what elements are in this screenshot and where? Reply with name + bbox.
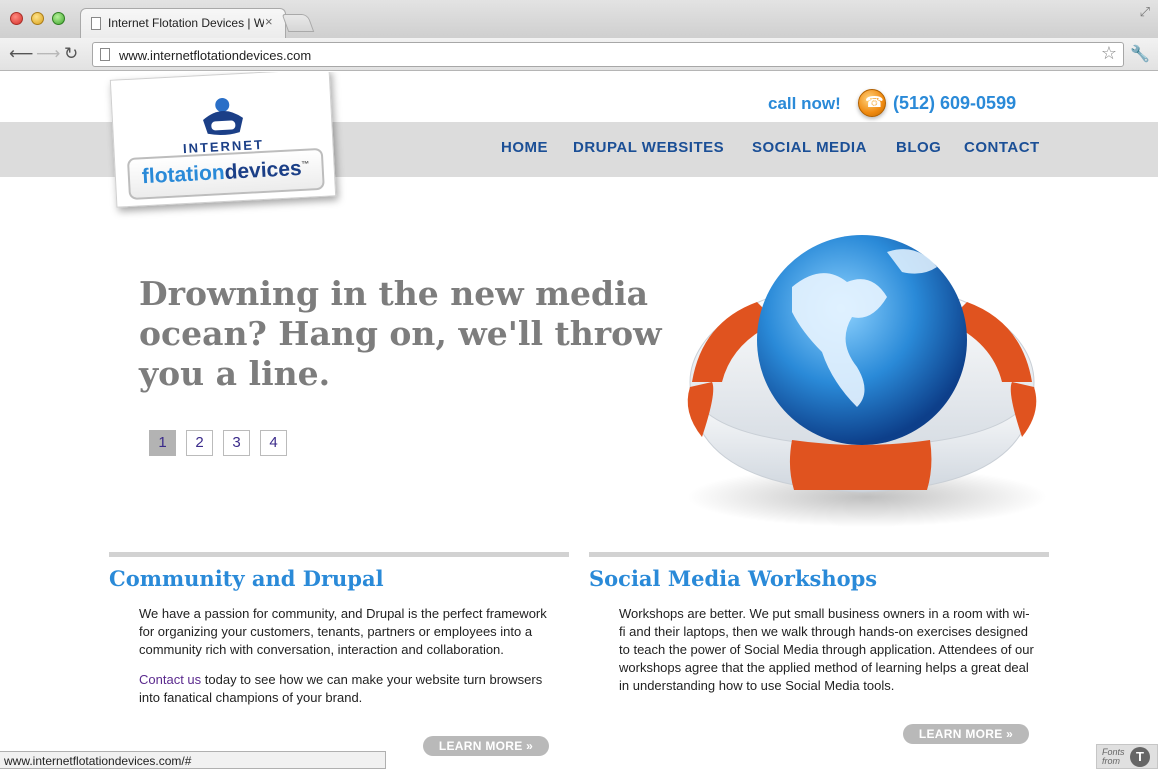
browser-tab[interactable]: Internet Flotation Devices | W × [80, 8, 286, 38]
reload-icon[interactable]: ↻ [64, 43, 78, 65]
logo-wordmark: flotationdevices™ [141, 157, 310, 190]
address-bar[interactable]: www.internetflotationdevices.com ☆ [92, 42, 1124, 67]
nav-blog[interactable]: BLOG [896, 139, 941, 156]
web-page: INTERNET flotationdevices™ call now! ☎ (… [0, 72, 1158, 769]
logo-wordmark-box: flotationdevices™ [126, 147, 325, 200]
site-logo[interactable]: INTERNET flotationdevices™ [109, 72, 337, 208]
section-text-contact: Contact us today to see how we can make … [139, 671, 554, 707]
slide-pager-3[interactable]: 3 [223, 430, 250, 456]
call-now-label: call now! [768, 94, 841, 113]
section-title: Community and Drupal [109, 566, 384, 591]
hero-headline: Drowning in the new media ocean? Hang on… [139, 274, 662, 393]
fonts-badge[interactable]: Fonts from T [1096, 744, 1158, 769]
resize-icon[interactable]: ⤢ [1140, 4, 1150, 20]
logo-person-icon [203, 97, 243, 136]
logo-word-devices: devices [224, 156, 303, 184]
nav-social-media[interactable]: SOCIAL MEDIA [752, 139, 867, 156]
section-text: Workshops are better. We put small busin… [619, 606, 1034, 693]
browser-titlebar: Internet Flotation Devices | W × ⤢ [0, 0, 1158, 38]
nav-contact[interactable]: CONTACT [964, 139, 1040, 156]
back-arrow-icon[interactable]: ⟵ [9, 43, 33, 65]
close-icon[interactable]: × [265, 14, 273, 29]
zoom-window-button[interactable] [52, 12, 65, 25]
slide-pager-1[interactable]: 1 [149, 430, 176, 456]
learn-more-workshops-button[interactable]: LEARN MORE » [903, 724, 1029, 744]
page-icon [91, 17, 101, 30]
status-bar-url: www.internetflotationdevices.com/# [0, 751, 386, 769]
nav-home[interactable]: HOME [501, 139, 548, 156]
phone-icon: ☎ [858, 89, 886, 117]
phone-number[interactable]: (512) 609-0599 [893, 93, 1016, 114]
forward-arrow-icon[interactable]: ⟶ [36, 43, 60, 65]
close-window-button[interactable] [10, 12, 23, 25]
nav-drupal-websites[interactable]: DRUPAL WEBSITES [573, 139, 724, 156]
url-text[interactable]: www.internetflotationdevices.com [119, 48, 311, 63]
section-title: Social Media Workshops [589, 566, 878, 591]
social-media-workshops-section: Social Media Workshops Workshops are bet… [589, 552, 1049, 695]
fonts-badge-text: Fonts from [1102, 747, 1125, 766]
logo-tm: ™ [301, 159, 310, 169]
new-tab-button[interactable] [281, 14, 315, 32]
learn-more-drupal-button[interactable]: LEARN MORE » [423, 736, 549, 756]
tab-title: Internet Flotation Devices | W [108, 16, 264, 30]
slide-pager-4[interactable]: 4 [260, 430, 287, 456]
fonts-logo-icon: T [1130, 747, 1150, 767]
star-icon[interactable]: ☆ [1101, 43, 1117, 64]
wrench-icon[interactable]: 🔧 [1130, 44, 1150, 64]
community-drupal-section: Community and Drupal We have a passion f… [109, 552, 569, 707]
minimize-window-button[interactable] [31, 12, 44, 25]
page-icon [100, 48, 110, 61]
contact-us-link[interactable]: Contact us [139, 672, 201, 687]
section-text: We have a passion for community, and Dru… [139, 606, 547, 657]
browser-toolbar: ⟵ ⟶ ↻ www.internetflotationdevices.com ☆… [0, 38, 1158, 71]
slide-pager-2[interactable]: 2 [186, 430, 213, 456]
globe-lifebuoy-illustration [687, 235, 1047, 527]
logo-word-flotation: flotation [141, 160, 226, 189]
